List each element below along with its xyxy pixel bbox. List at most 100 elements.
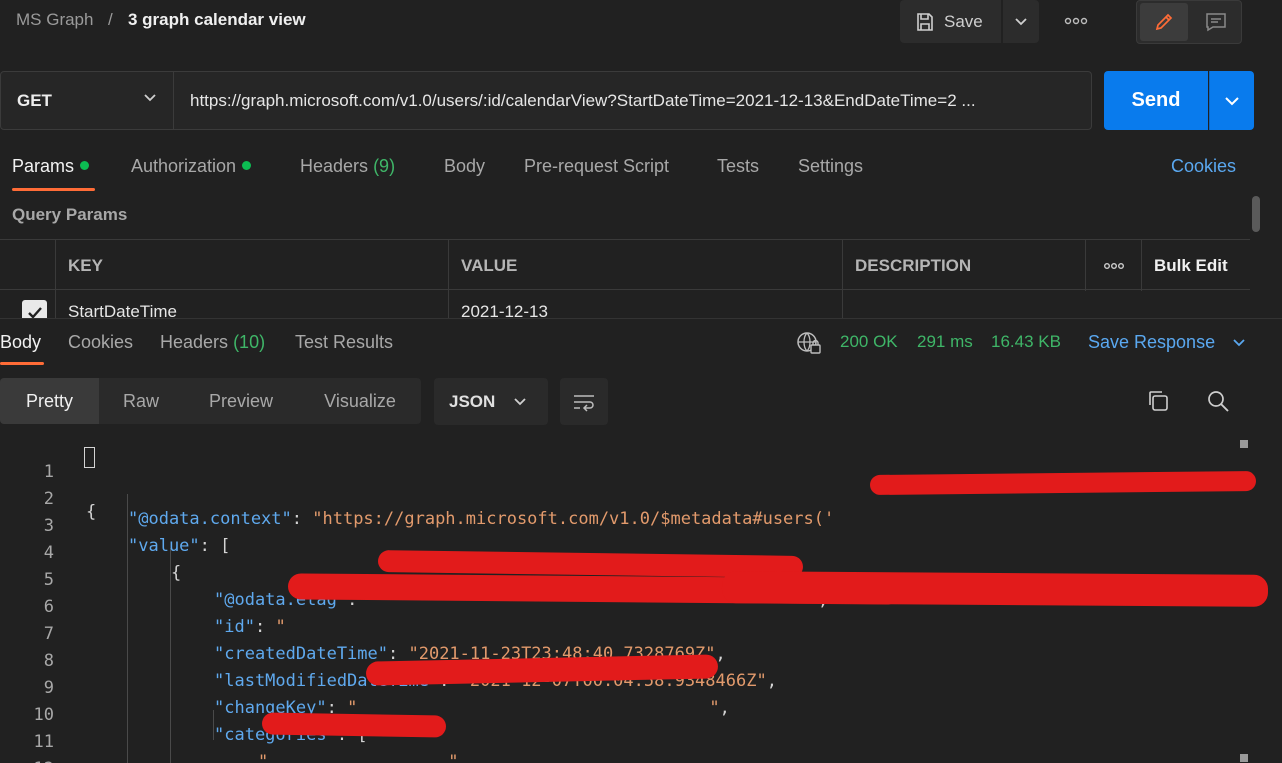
tab-response-headers[interactable]: Headers (10) bbox=[160, 332, 265, 353]
tab-response-body[interactable]: Body bbox=[0, 332, 41, 353]
tab-settings[interactable]: Settings bbox=[798, 156, 863, 177]
send-button[interactable]: Send bbox=[1104, 71, 1208, 130]
comments-button[interactable] bbox=[1193, 3, 1239, 41]
status-dot-icon bbox=[242, 160, 252, 170]
url-input[interactable]: https://graph.microsoft.com/v1.0/users/:… bbox=[173, 71, 1092, 130]
redaction-mark bbox=[869, 470, 1257, 496]
editor-mode-toggle bbox=[1136, 0, 1242, 44]
send-options-button[interactable] bbox=[1209, 71, 1254, 130]
table-row: StartDateTime 2021-12-13 bbox=[0, 290, 1250, 318]
row-checkbox-cell bbox=[0, 290, 56, 318]
active-tab-indicator bbox=[0, 362, 44, 365]
param-key[interactable]: StartDateTime bbox=[56, 290, 449, 318]
query-params-title: Query Params bbox=[12, 205, 128, 224]
tab-prerequest-script[interactable]: Pre-request Script bbox=[524, 156, 669, 177]
code-line: 1 { bbox=[0, 442, 1282, 522]
table-header: KEY VALUE DESCRIPTION Bulk Edit bbox=[0, 239, 1250, 291]
globe-lock-icon[interactable] bbox=[796, 331, 822, 355]
tab-authorization[interactable]: Authorization bbox=[131, 156, 252, 177]
chevron-down-icon bbox=[514, 397, 526, 405]
pencil-icon bbox=[1155, 13, 1173, 31]
format-label: JSON bbox=[449, 391, 496, 411]
bracket-highlight bbox=[84, 447, 95, 468]
code-line: 10 "categories": [ bbox=[0, 685, 1282, 745]
params-scrollbar[interactable] bbox=[1252, 196, 1260, 232]
breadcrumb-collection[interactable]: MS Graph bbox=[16, 10, 93, 30]
query-params-table: KEY VALUE DESCRIPTION Bulk Edit StartDat… bbox=[0, 239, 1250, 318]
save-response-button[interactable]: Save Response bbox=[1088, 332, 1246, 353]
tab-response-headers-count: (10) bbox=[233, 332, 266, 352]
header-key: KEY bbox=[56, 240, 449, 291]
wrap-lines-button[interactable] bbox=[560, 378, 608, 425]
request-tabs: Params Authorization Headers (9) Body Pr… bbox=[0, 150, 1282, 192]
copy-icon[interactable] bbox=[1145, 388, 1171, 414]
tab-response-cookies[interactable]: Cookies bbox=[68, 332, 133, 353]
status-code[interactable]: 200 OK bbox=[840, 332, 898, 352]
send-label: Send bbox=[1131, 89, 1181, 111]
tab-tests[interactable]: Tests bbox=[717, 156, 759, 177]
save-label: Save bbox=[944, 11, 983, 31]
response-body-viewer[interactable]: 1 { 2 "@odata.context": "https://graph.m… bbox=[0, 440, 1282, 763]
header-checkbox-column bbox=[0, 240, 56, 291]
code-line: 8 "lastModifiedDateTime": "2021-12-07T00… bbox=[0, 631, 1282, 691]
line-number: 12 bbox=[0, 759, 54, 763]
url-text: https://graph.microsoft.com/v1.0/users/:… bbox=[190, 90, 976, 110]
param-value[interactable]: 2021-12-13 bbox=[449, 290, 843, 318]
wrap-lines-icon bbox=[574, 394, 594, 412]
chevron-down-icon bbox=[1015, 17, 1027, 25]
redaction-mark bbox=[721, 571, 1269, 607]
checkmark-icon bbox=[27, 306, 42, 318]
code-line: 11 " " bbox=[0, 712, 1282, 763]
edit-mode-button[interactable] bbox=[1140, 3, 1188, 41]
view-preview-button[interactable]: Preview bbox=[183, 378, 299, 424]
status-dot-icon bbox=[80, 160, 90, 170]
chevron-down-icon bbox=[1225, 96, 1239, 105]
request-title[interactable]: 3 graph calendar view bbox=[128, 10, 306, 30]
tab-headers-label: Headers bbox=[300, 156, 369, 176]
save-options-button[interactable] bbox=[1003, 0, 1039, 43]
view-raw-button[interactable]: Raw bbox=[99, 378, 183, 424]
view-mode-group: Pretty Raw Preview Visualize bbox=[0, 378, 421, 424]
save-response-label: Save Response bbox=[1088, 332, 1216, 352]
response-time[interactable]: 291 ms bbox=[917, 332, 973, 352]
response-size[interactable]: 16.43 KB bbox=[991, 332, 1061, 352]
pane-divider[interactable] bbox=[0, 318, 1282, 319]
header-value: VALUE bbox=[449, 240, 843, 291]
chevron-down-icon bbox=[1233, 339, 1245, 347]
comment-icon bbox=[1206, 13, 1226, 32]
row-checkbox[interactable] bbox=[22, 300, 47, 318]
cookies-link[interactable]: Cookies bbox=[1171, 156, 1236, 177]
response-tabs: Body Cookies Headers (10) Test Results 2… bbox=[0, 320, 1282, 366]
code-line: 4 { bbox=[0, 523, 1282, 583]
more-horizontal-icon bbox=[1064, 17, 1088, 25]
format-select[interactable]: JSON bbox=[434, 378, 548, 425]
chevron-down-icon bbox=[144, 94, 156, 102]
tab-authorization-label: Authorization bbox=[131, 156, 237, 176]
tab-response-headers-label: Headers bbox=[160, 332, 229, 352]
search-icon[interactable] bbox=[1205, 388, 1231, 414]
tab-headers-count: (9) bbox=[373, 156, 396, 176]
tab-body[interactable]: Body bbox=[444, 156, 485, 177]
column-options-button[interactable] bbox=[1086, 240, 1142, 291]
view-visualize-button[interactable]: Visualize bbox=[299, 378, 421, 424]
tab-headers[interactable]: Headers (9) bbox=[300, 156, 395, 177]
save-button[interactable]: Save bbox=[900, 0, 1001, 43]
more-horizontal-icon bbox=[1103, 262, 1124, 269]
redaction-mark bbox=[261, 712, 447, 738]
param-description[interactable] bbox=[843, 290, 1250, 318]
header-description: DESCRIPTION bbox=[843, 240, 1086, 291]
code-line: 3 "value": [ bbox=[0, 496, 1282, 556]
tab-params[interactable]: Params bbox=[12, 156, 90, 177]
view-pretty-button[interactable]: Pretty bbox=[0, 378, 99, 424]
tab-test-results[interactable]: Test Results bbox=[295, 332, 393, 353]
active-tab-indicator bbox=[12, 188, 95, 191]
method-label: GET bbox=[17, 90, 52, 110]
bulk-edit-button[interactable]: Bulk Edit bbox=[1142, 240, 1250, 291]
code-line: 12 ], bbox=[0, 739, 1282, 763]
tab-params-label: Params bbox=[12, 156, 75, 176]
method-select[interactable]: GET bbox=[0, 71, 174, 130]
breadcrumb-separator: / bbox=[108, 10, 113, 29]
code-line: 7 "createdDateTime": "2021-11-23T23:48:4… bbox=[0, 604, 1282, 664]
more-actions-button[interactable] bbox=[1058, 10, 1094, 32]
top-bar: MS Graph / 3 graph calendar view Save bbox=[0, 0, 1282, 44]
